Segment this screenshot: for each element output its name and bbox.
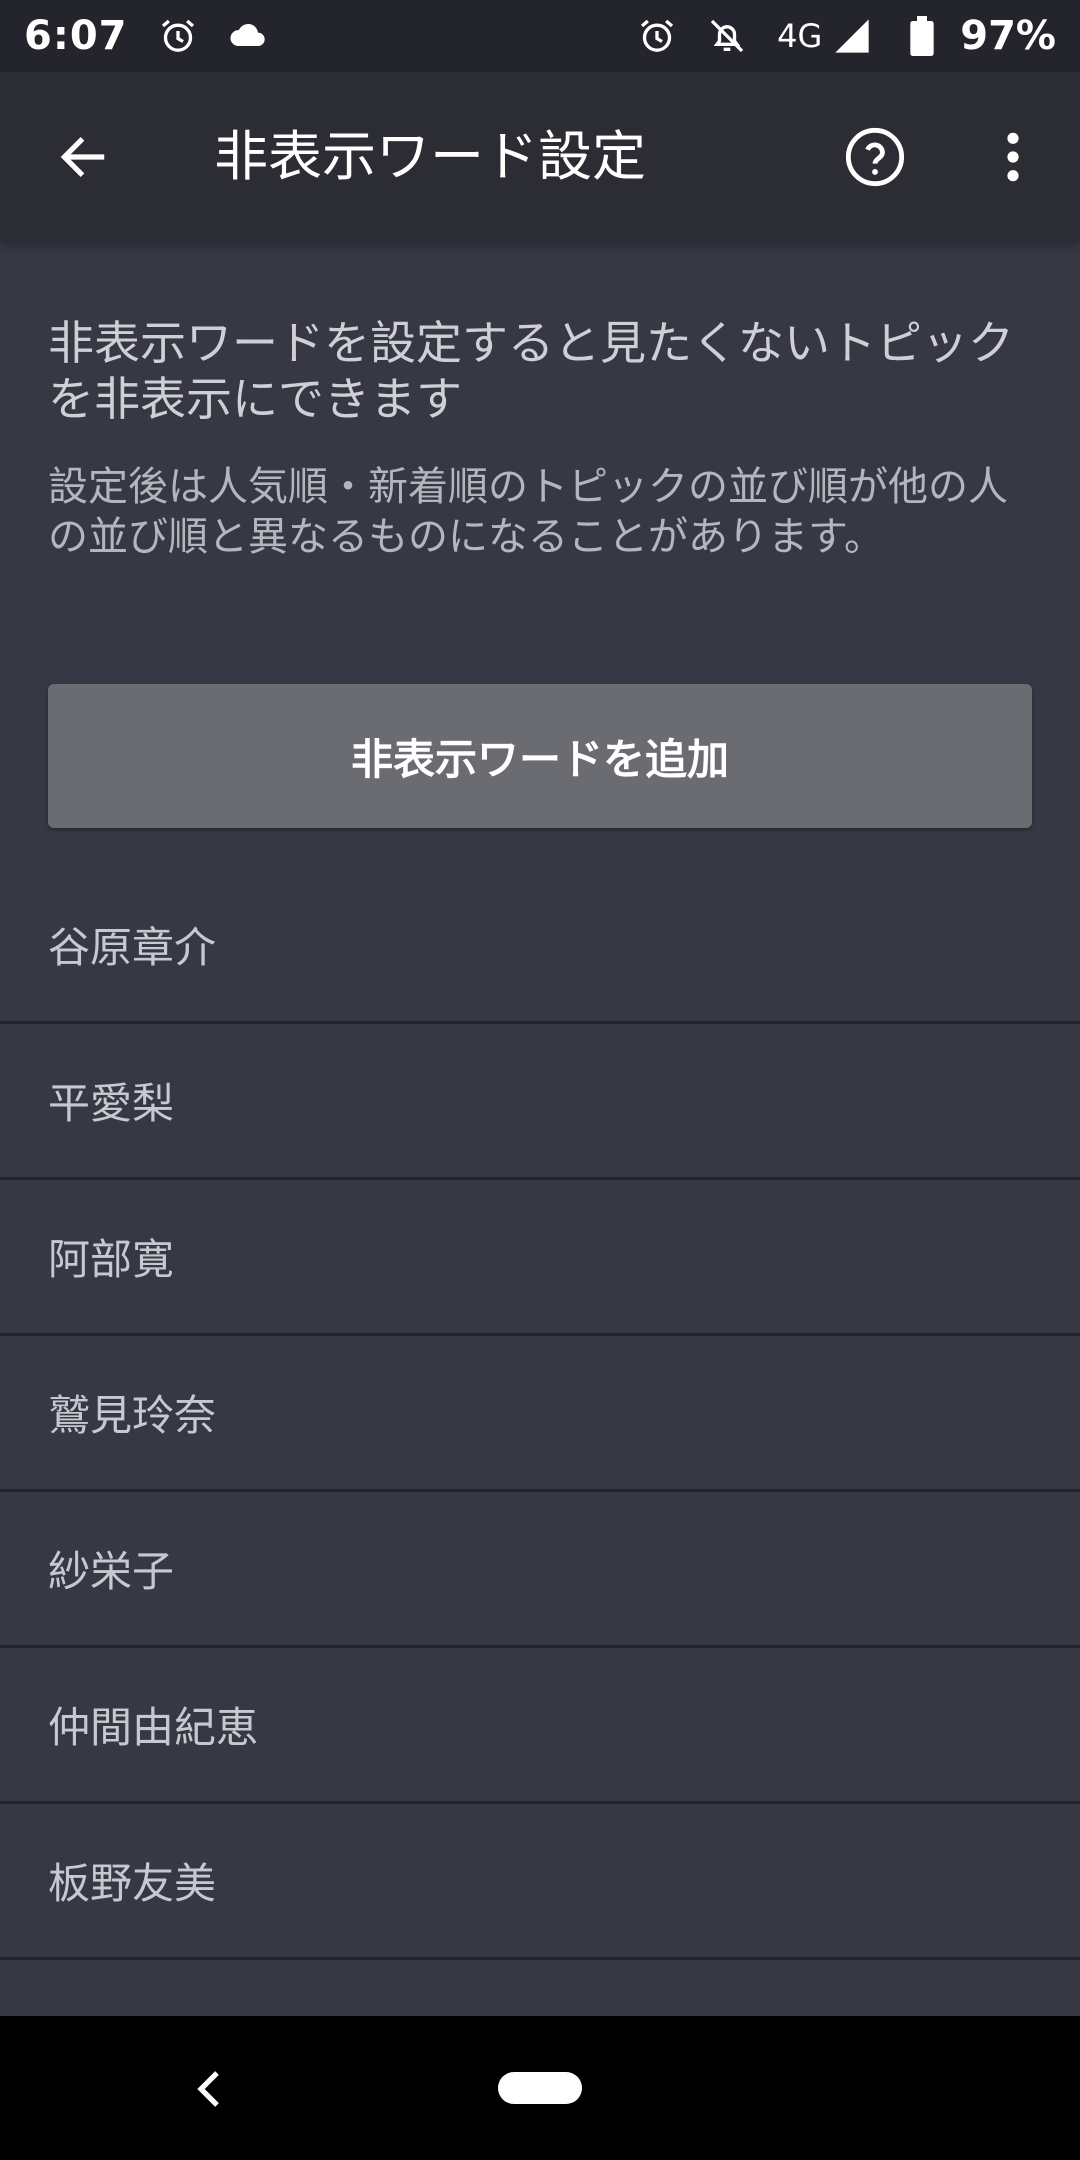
description-main: 非表示ワードを設定すると見たくないトピックを非表示にできます	[48, 316, 1014, 426]
description-sub: 設定後は人気順・新着順のトピックの並び順が他の人の並び順と異なるものになることが…	[48, 464, 1008, 560]
chevron-left-icon	[197, 2071, 219, 2107]
system-home-button[interactable]	[498, 2072, 582, 2104]
status-time: 6:07	[24, 13, 128, 59]
cloud-icon	[228, 16, 268, 56]
app-bar: 非表示ワード設定	[0, 72, 1080, 242]
list-item[interactable]: 平愛梨	[0, 1024, 1080, 1180]
more-vert-icon	[1007, 132, 1019, 182]
list-item[interactable]: 板野友美	[0, 1804, 1080, 1960]
system-nav-bar	[0, 2016, 1080, 2160]
notifications-off-icon	[707, 16, 747, 56]
list-item[interactable]: 鷲見玲奈	[0, 1336, 1080, 1492]
list-item[interactable]: 阿部寛	[0, 1180, 1080, 1336]
list-item[interactable]: 紗栄子	[0, 1492, 1080, 1648]
signal-icon	[832, 16, 872, 56]
alarm-icon	[158, 16, 198, 56]
status-bar: 6:07 4G 97%	[0, 0, 1080, 72]
back-button[interactable]	[50, 124, 116, 190]
more-options-button[interactable]	[980, 124, 1046, 190]
screen: 6:07 4G 97% 非表示ワード設定 非表示ワードを設定すると見たくないトピ…	[0, 0, 1080, 2160]
help-circle-icon	[845, 127, 905, 187]
add-hidden-word-button[interactable]: 非表示ワードを追加	[48, 684, 1032, 828]
list-item[interactable]: 仲間由紀恵	[0, 1648, 1080, 1804]
system-back-button[interactable]	[186, 2062, 232, 2116]
help-button[interactable]	[842, 124, 908, 190]
battery-level: 97%	[960, 13, 1056, 59]
arrow-left-icon	[60, 137, 105, 177]
network-type: 4G	[777, 17, 823, 55]
hidden-word-list: 谷原章介 平愛梨 阿部寛 鷲見玲奈 紗栄子 仲間由紀恵 板野友美	[0, 868, 1080, 1960]
list-item[interactable]: 谷原章介	[0, 868, 1080, 1024]
battery-icon	[902, 16, 942, 56]
page-title: 非表示ワード設定	[214, 125, 646, 188]
alarm-icon	[637, 16, 677, 56]
status-right: 4G 97%	[637, 13, 1056, 59]
status-left: 6:07	[24, 13, 268, 59]
